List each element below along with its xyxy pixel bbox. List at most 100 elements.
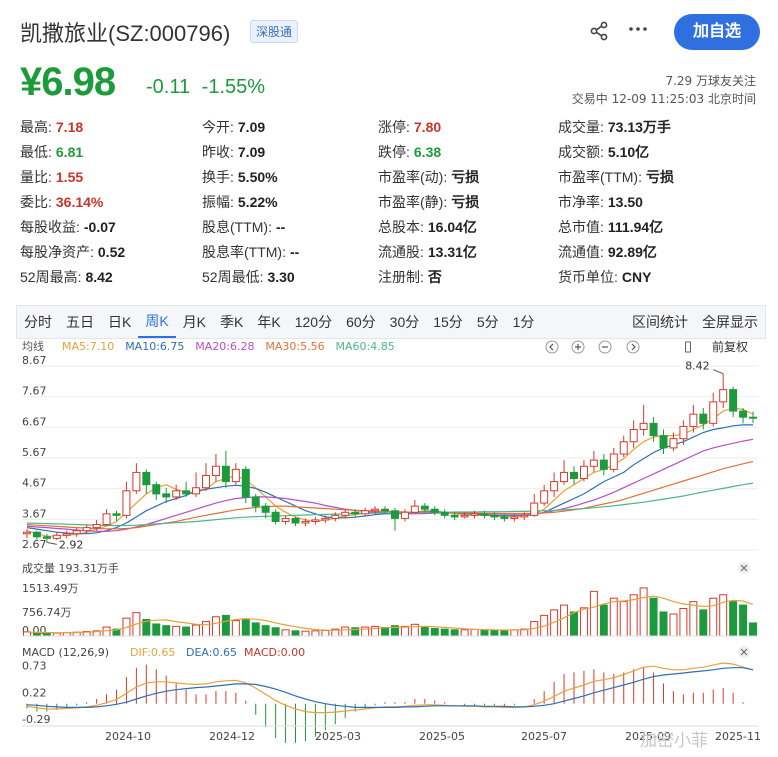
stat-item: 今开: 7.09 [202,117,378,137]
stat-value: 7.18 [55,119,84,135]
tab-12[interactable]: 1分 [506,306,542,338]
candle [371,508,380,512]
stat-item: 流通值: 92.89亿 [558,242,760,262]
tab-2[interactable]: 日K [101,306,138,338]
y-tick-label: 5.67 [22,446,47,459]
more-icon[interactable] [627,18,649,46]
macd-tick-label: 0.22 [22,686,47,699]
candle [440,511,449,516]
volume-bar [709,597,718,637]
candle [649,422,658,437]
candle [589,459,598,467]
volume-bar [669,613,678,637]
tab-9[interactable]: 30分 [383,306,427,338]
stat-label: 振幅: [202,194,234,210]
icon-ring [545,340,559,354]
stat-value: CNY [621,269,652,285]
candle [450,514,459,518]
stat-value: 7.80 [413,119,442,135]
stat-label: 成交量: [558,119,604,135]
y-tick-label: 3.67 [22,507,47,520]
volume-bar [301,630,310,637]
tab-3[interactable]: 周K [138,306,176,338]
candle [381,508,390,512]
tab-8[interactable]: 60分 [339,306,383,338]
stat-value: 6.81 [55,144,84,160]
connect-tag[interactable]: 深股通 [250,20,299,43]
candle [311,519,320,522]
stat-label: 流通股: [378,244,424,260]
stat-label: 最高: [20,119,52,135]
stat-item: 成交额: 5.10亿 [558,142,760,162]
add-watchlist-button[interactable]: 加自选 [674,14,760,50]
tab-11[interactable]: 5分 [470,306,506,338]
range-stats-button[interactable]: 区间统计 [625,306,695,338]
price-change: -0.11 -1.55% [146,76,265,99]
volume-bar [729,601,738,637]
volume-bar [251,622,260,637]
volume-bar [221,614,230,637]
candle [679,425,688,440]
volume-bar [609,597,618,637]
candle [390,510,399,519]
stat-item: 换手: 5.50% [202,167,378,187]
candle [291,517,300,524]
stat-label: 涨停: [378,119,410,135]
candle [301,520,310,524]
stat-value: 3.30 [267,269,295,285]
stat-item: 股息率(TTM): -- [202,242,378,262]
stat-value: 亏损 [645,169,674,185]
minus-icon[interactable] [598,340,612,354]
stat-item: 市盈率(静): 亏损 [378,192,558,212]
candle [550,481,559,492]
stat-item: 量比: 1.55 [20,167,202,187]
volume-bar [719,594,728,637]
candle [122,490,131,516]
stat-value: 7.09 [237,119,266,135]
close-icon[interactable] [738,646,750,658]
tab-6[interactable]: 年K [250,306,287,338]
stat-item: 涨停: 7.80 [378,117,558,137]
tab-7[interactable]: 120分 [288,306,339,338]
volume-bar [689,601,698,637]
candle [162,493,171,498]
volume-tick-label: 756.74万 [22,606,72,619]
volume-bar [460,629,469,637]
current-price: ¥6.98 [20,60,116,104]
close-icon[interactable] [738,562,750,574]
stat-label: 成交额: [558,144,604,160]
stat-value: 0.52 [97,244,126,260]
stat-label: 今开: [202,119,234,135]
candle [251,496,260,507]
plus-icon[interactable] [571,340,585,354]
tab-5[interactable]: 季K [213,306,250,338]
volume-label: 成交量 193.31万手 [22,561,119,575]
ma-label-2: MA20:6.28 [195,340,254,353]
stat-item: 市盈率(动): 亏损 [378,167,558,187]
candle [430,508,439,513]
chevron-left-icon[interactable] [545,340,559,354]
share-icon[interactable] [588,20,610,48]
candle-icon[interactable] [685,341,691,353]
candle [231,468,240,483]
stat-item: 52周最高: 8.42 [20,267,202,287]
tab-4[interactable]: 月K [176,306,213,338]
stat-item: 52周最低: 3.30 [202,267,378,287]
fullscreen-button[interactable]: 全屏显示 [695,306,765,338]
tab-10[interactable]: 15分 [426,306,470,338]
stat-item: 货币单位: CNY [558,267,760,287]
x-tick-label: 2024-12 [209,730,255,743]
stat-label: 货币单位: [558,269,618,285]
chevron-right-icon[interactable] [626,340,640,354]
y-tick-label: 2.67 [22,538,47,551]
stat-item: 股息(TTM): -- [202,217,378,237]
candle [281,517,290,522]
candle [172,490,181,498]
volume-bar [699,609,708,637]
tab-0[interactable]: 分时 [17,306,59,338]
candle [410,505,419,513]
tab-1[interactable]: 五日 [59,306,101,338]
stat-value: 亏损 [451,194,480,210]
candle [221,465,230,483]
candle [400,511,409,519]
